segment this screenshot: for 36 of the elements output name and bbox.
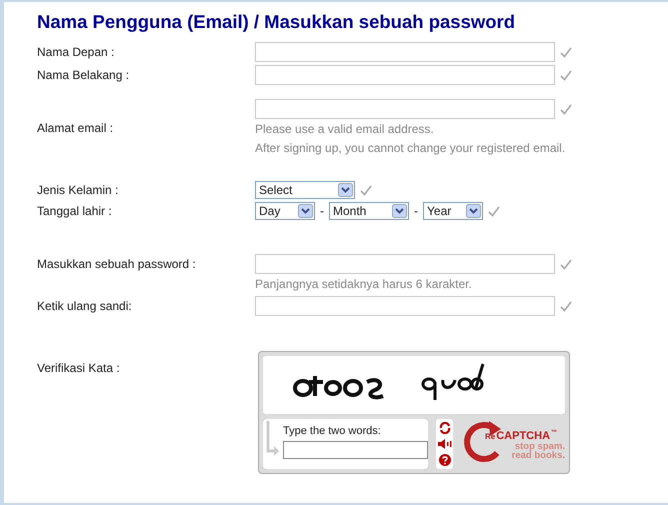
dropdown[interactable]: Day bbox=[255, 202, 315, 220]
field-label: Verifikasi Kata : bbox=[37, 360, 121, 377]
check-icon bbox=[560, 104, 572, 114]
form-title: Nama Pengguna (Email) / Masukkan sebuah password bbox=[37, 11, 516, 33]
field-label: Masukkan sebuah password : bbox=[37, 256, 197, 273]
captcha-prompt: Type the two words: bbox=[283, 425, 382, 437]
recaptcha-tagline: stop spam. read books. bbox=[510, 442, 565, 460]
check-icon bbox=[560, 258, 572, 270]
field-label: Nama Depan : bbox=[37, 44, 116, 61]
answer-field[interactable] bbox=[283, 441, 428, 459]
check-icon bbox=[560, 70, 572, 80]
input-field[interactable] bbox=[255, 99, 555, 119]
input-field[interactable] bbox=[255, 296, 555, 316]
dropdown[interactable]: Year bbox=[423, 202, 483, 220]
field-label: Tanggal lahir : bbox=[37, 203, 113, 220]
dropdown[interactable]: Select bbox=[255, 181, 355, 199]
input-field[interactable] bbox=[255, 254, 555, 274]
field-label: Ketik ulang sandi: bbox=[37, 298, 133, 315]
separator: - bbox=[414, 204, 418, 218]
input-field[interactable] bbox=[255, 42, 555, 62]
field-hint: Panjangnya setidaknya harus 6 karakter. bbox=[255, 276, 473, 293]
field-label: Nama Belakang : bbox=[37, 67, 130, 84]
check-icon bbox=[488, 206, 500, 216]
field-label: Jenis Kelamin : bbox=[37, 182, 120, 199]
input-field[interactable] bbox=[255, 65, 555, 85]
dropdown[interactable]: Month bbox=[329, 202, 409, 220]
refresh-icon[interactable] bbox=[438, 422, 450, 434]
speaker-icon[interactable] bbox=[438, 438, 452, 449]
check-icon bbox=[560, 46, 572, 58]
separator: - bbox=[320, 204, 324, 218]
check-icon bbox=[560, 300, 572, 312]
field-hint: After signing up, you cannot change your registered email. bbox=[255, 140, 566, 157]
check-icon bbox=[360, 184, 372, 196]
field-label: Alamat email : bbox=[37, 120, 114, 137]
field-hint: Please use a valid email address. bbox=[255, 121, 435, 138]
help-icon[interactable] bbox=[438, 454, 450, 466]
